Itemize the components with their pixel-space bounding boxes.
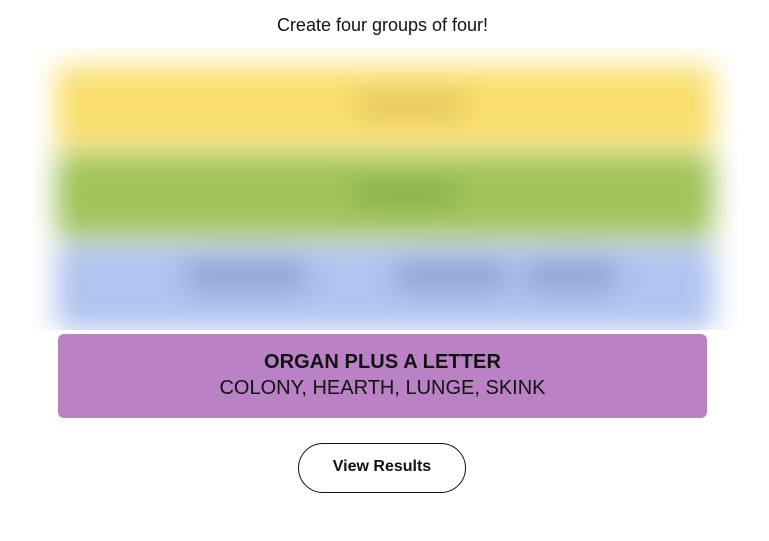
blurred-solved-groups xyxy=(32,48,738,330)
game-page: Create four groups of four! ORGAN PLUS A… xyxy=(0,0,769,541)
blurred-text-smudge xyxy=(186,262,306,288)
solved-group-card: ORGAN PLUS A LETTER COLONY, HEARTH, LUNG… xyxy=(58,334,707,418)
blurred-text-smudge xyxy=(396,262,506,288)
blurred-blue-group xyxy=(56,242,714,330)
blurred-text-smudge xyxy=(356,182,456,204)
instructions-text: Create four groups of four! xyxy=(276,15,489,35)
solved-group-title: ORGAN PLUS A LETTER xyxy=(263,351,502,373)
solved-group-members: COLONY, HEARTH, LUNGE, SKINK xyxy=(219,377,546,399)
blurred-text-smudge xyxy=(356,94,466,116)
view-results-button[interactable]: View Results xyxy=(298,443,466,493)
blurred-groups-inner xyxy=(56,66,714,330)
blurred-text-smudge xyxy=(526,262,616,288)
